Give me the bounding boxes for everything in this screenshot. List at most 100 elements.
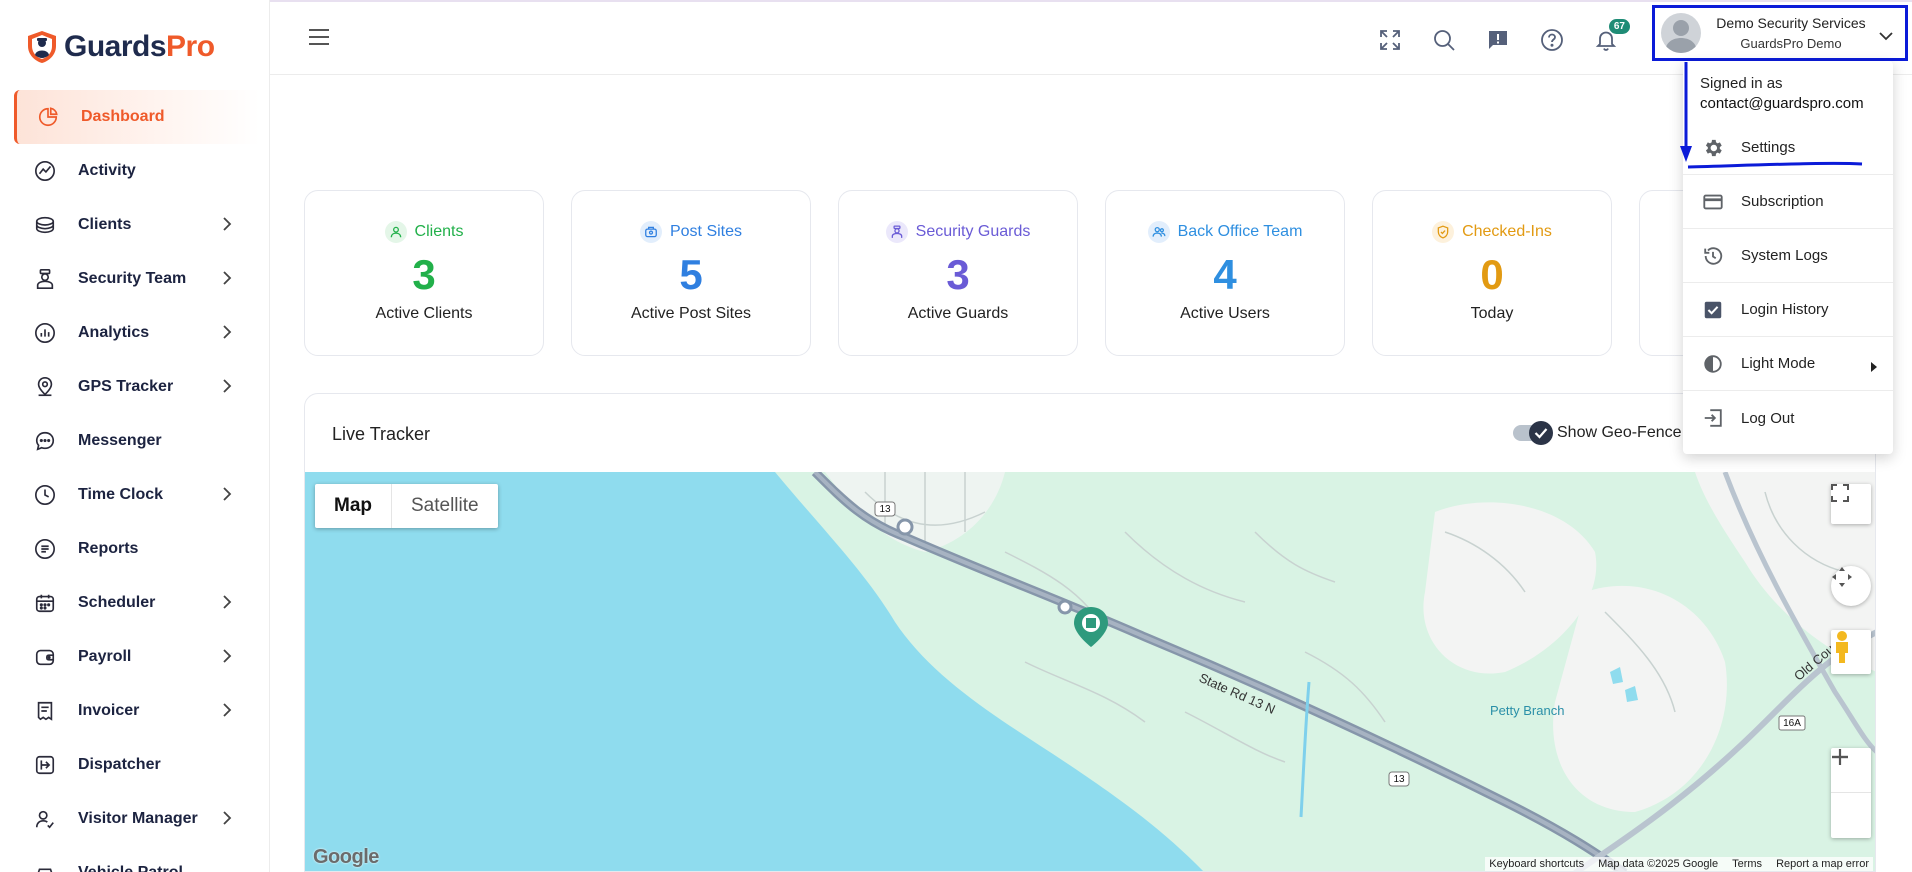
brand-name: GuardsPro: [64, 30, 215, 64]
stat-card-title: Post Sites: [669, 223, 743, 240]
chevron-down-icon: [1879, 28, 1893, 46]
sidebar-item-clients[interactable]: Clients: [14, 198, 260, 252]
menu-item-log-out[interactable]: Log Out: [1683, 391, 1893, 445]
signed-in-label: Signed in as: [1700, 75, 1783, 92]
sidebar-nav: Dashboard Activity Clients Security Team…: [14, 90, 260, 872]
sidebar-item-activity[interactable]: Activity: [14, 144, 260, 198]
street-view-pegman-icon[interactable]: [1831, 630, 1871, 674]
sidebar-item-label: Reports: [78, 540, 139, 557]
checkbox-icon: [1701, 298, 1725, 322]
live-tracker-title: Live Tracker: [332, 424, 431, 444]
stat-card-caption: Today: [1470, 305, 1514, 322]
zoom-out-icon[interactable]: [1831, 755, 1871, 838]
sidebar-item-analytics[interactable]: Analytics: [14, 306, 260, 360]
caret-right-icon: [1871, 359, 1877, 376]
sidebar-item-dispatcher[interactable]: Dispatcher: [14, 738, 260, 792]
stat-card-security-guards[interactable]: Security Guards 3 Active Guards: [838, 190, 1078, 356]
toggle-switch[interactable]: [1513, 421, 1553, 445]
sidebar-item-label: Vehicle Patrol: [78, 864, 183, 872]
guard-icon: [885, 221, 908, 243]
sidebar-item-visitor-manager[interactable]: Visitor Manager: [14, 792, 260, 846]
sidebar-item-label: Security Team: [78, 270, 187, 287]
keyboard-shortcuts-link[interactable]: Keyboard shortcuts: [1489, 858, 1584, 870]
feedback-icon[interactable]: [1484, 26, 1512, 54]
map-pan-icon[interactable]: [1831, 566, 1871, 606]
terms-link[interactable]: Terms: [1732, 858, 1762, 870]
profile-name: Demo Security Services: [1716, 15, 1866, 31]
help-icon[interactable]: [1538, 26, 1566, 54]
notification-badge: 67: [1608, 19, 1630, 34]
shield-logo-icon: [28, 31, 56, 63]
geo-fence-toggle[interactable]: Show Geo-Fence: [1513, 421, 1682, 445]
history-icon: [1701, 244, 1725, 268]
check-circle-icon: [1432, 221, 1455, 243]
hamburger-menu-icon[interactable]: [308, 28, 330, 51]
stat-card-title: Clients: [414, 223, 464, 240]
sidebar-item-dashboard[interactable]: Dashboard: [14, 90, 260, 144]
sidebar-item-time-clock[interactable]: Time Clock: [14, 468, 260, 522]
map-zoom-control: [1831, 748, 1871, 838]
stat-card-header: Security Guards: [839, 221, 1077, 243]
stat-card-clients[interactable]: Clients 3 Active Clients: [304, 190, 544, 356]
search-icon[interactable]: [1430, 26, 1458, 54]
stat-card-title: Back Office Team: [1177, 223, 1303, 240]
sidebar-item-vehicle-patrol[interactable]: Vehicle Patrol: [14, 846, 260, 872]
profile-dropdown-menu: Signed in as contact@guardspro.com Setti…: [1683, 61, 1893, 454]
profile-menu-button[interactable]: Demo Security Services GuardsPro Demo: [1652, 5, 1908, 61]
stat-card-title: Checked-Ins: [1462, 223, 1552, 240]
sidebar-item-payroll[interactable]: Payroll: [14, 630, 260, 684]
sidebar-item-security-team[interactable]: Security Team: [14, 252, 260, 306]
sidebar-item-label: Time Clock: [78, 486, 164, 503]
sidebar-item-invoicer[interactable]: Invoicer: [14, 684, 260, 738]
sidebar-item-label: GPS Tracker: [78, 378, 174, 395]
visitor-icon: [32, 806, 58, 832]
map-type-toggle: Map Satellite: [315, 484, 498, 528]
contrast-icon: [1701, 352, 1725, 376]
check-icon: [1529, 421, 1553, 445]
wallet-icon: [32, 644, 58, 670]
stat-card-checked-ins[interactable]: Checked-Ins 0 Today: [1372, 190, 1612, 356]
brand-name-part2: Pro: [166, 30, 215, 63]
stat-card-post-sites[interactable]: Post Sites 5 Active Post Sites: [571, 190, 811, 356]
sidebar-item-reports[interactable]: Reports: [14, 522, 260, 576]
bell-icon[interactable]: 67: [1592, 19, 1630, 54]
map-type-map-button[interactable]: Map: [315, 484, 391, 528]
map-graphic: [305, 472, 1875, 871]
brand-logo[interactable]: GuardsPro: [26, 30, 215, 64]
menu-item-light-mode[interactable]: Light Mode: [1683, 337, 1893, 391]
menu-item-settings[interactable]: Settings: [1683, 121, 1893, 175]
stat-card-value: 3: [946, 251, 970, 298]
sidebar-item-label: Payroll: [78, 648, 132, 665]
gear-icon: [1701, 136, 1725, 160]
map-type-satellite-button[interactable]: Satellite: [391, 484, 498, 528]
credit-card-icon: [1701, 190, 1725, 214]
sidebar-item-scheduler[interactable]: Scheduler: [14, 576, 260, 630]
clock-icon: [32, 482, 58, 508]
menu-item-login-history[interactable]: Login History: [1683, 283, 1893, 337]
sidebar-item-messenger[interactable]: Messenger: [14, 414, 260, 468]
report-map-error-link[interactable]: Report a map error: [1776, 858, 1869, 870]
sidebar-item-label: Visitor Manager: [78, 810, 198, 827]
chevron-right-icon: [222, 217, 232, 236]
menu-item-label: Subscription: [1741, 193, 1824, 210]
sidebar-item-gps-tracker[interactable]: GPS Tracker: [14, 360, 260, 414]
stat-card-caption: Active Clients: [375, 305, 473, 322]
menu-item-system-logs[interactable]: System Logs: [1683, 229, 1893, 283]
stat-card-value: 4: [1213, 251, 1237, 298]
stat-card-header: Clients: [305, 221, 543, 243]
logout-icon: [1701, 406, 1725, 430]
stat-card-back-office-team[interactable]: Back Office Team 4 Active Users: [1105, 190, 1345, 356]
map-fullscreen-icon[interactable]: [1831, 484, 1871, 524]
fullscreen-icon[interactable]: [1376, 26, 1404, 54]
dropdown-items: Settings Subscription System Logs Login …: [1683, 121, 1893, 445]
activity-chart-icon: [32, 158, 58, 184]
guard-icon: [32, 266, 58, 292]
chat-bubble-icon: [32, 428, 58, 454]
profile-info: Demo Security Services GuardsPro Demo: [1711, 15, 1871, 51]
sidebar-item-label: Dashboard: [81, 108, 165, 125]
sidebar-item-label: Messenger: [78, 432, 162, 449]
menu-item-label: Settings: [1741, 139, 1796, 156]
map-canvas[interactable]: 13 13 16A State Rd 13 N Petty Branch Old…: [305, 472, 1875, 871]
signed-in-email: contact@guardspro.com: [1700, 95, 1864, 112]
menu-item-subscription[interactable]: Subscription: [1683, 175, 1893, 229]
